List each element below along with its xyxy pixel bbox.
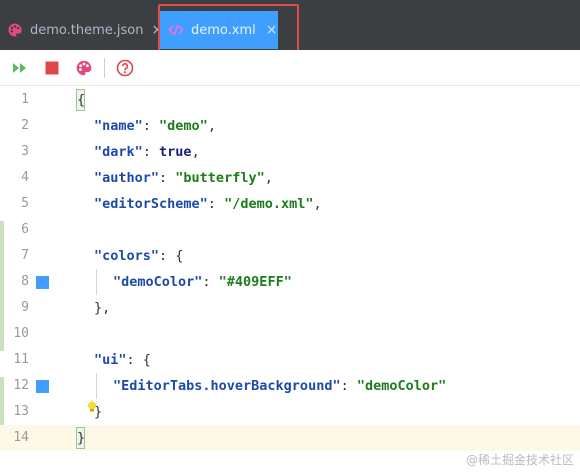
code-text: "EditorTabs.hoverBackground": "demoColor… (113, 378, 447, 394)
line-number: 4 (21, 170, 29, 185)
line-number: 5 (21, 196, 29, 211)
color-swatch-icon[interactable] (36, 380, 49, 393)
code-line: 8 "demoColor": "#409EFF" (0, 269, 580, 295)
indent-guide (96, 373, 97, 399)
code-line: 10 (0, 321, 580, 347)
code-text: "ui": { (94, 352, 151, 368)
code-text: "editorScheme": "/demo.xml", (94, 196, 322, 212)
palette-icon[interactable] (75, 59, 93, 77)
indent-guide (96, 269, 97, 295)
line-number: 12 (13, 378, 29, 393)
code-line: 12 "EditorTabs.hoverBackground": "demoCo… (0, 373, 580, 399)
code-text: }, (94, 300, 111, 316)
code-line: 11 "ui": { (0, 347, 580, 373)
line-number: 9 (21, 300, 29, 315)
palette-icon (7, 22, 23, 38)
line-number: 2 (21, 118, 29, 133)
line-number: 14 (13, 430, 29, 445)
tab-demo-theme-json[interactable]: demo.theme.json × (0, 10, 163, 50)
window-top-strip (0, 0, 580, 10)
close-icon[interactable]: × (266, 22, 278, 38)
code-line: 4 "author": "butterfly", (0, 165, 580, 191)
code-icon (168, 22, 184, 38)
code-text: "colors": { (94, 248, 184, 264)
tab-demo-xml[interactable]: demo.xml × (160, 11, 278, 49)
lightbulb-icon[interactable] (85, 399, 99, 413)
code-text: "dark": true, (94, 144, 200, 160)
code-line: 6 (0, 217, 580, 243)
code-text: "author": "butterfly", (94, 170, 273, 186)
run-icon[interactable] (11, 59, 29, 77)
code-line: 1 { (0, 87, 580, 113)
code-line: 5 "editorScheme": "/demo.xml", (0, 191, 580, 217)
code-text: { (77, 92, 86, 108)
watermark: @稀土掘金技术社区 (465, 453, 574, 467)
line-number: 7 (21, 248, 29, 263)
code-editor[interactable]: 1 { 2 "name": "demo", 3 "dark": true, 4 … (0, 87, 580, 472)
code-line: 9 }, (0, 295, 580, 321)
line-number: 13 (13, 404, 29, 419)
toolbar-separator (104, 58, 105, 78)
toolbar (0, 50, 580, 86)
editor-tab-bar: demo.theme.json × demo.xml × (0, 10, 580, 50)
color-swatch-icon[interactable] (36, 276, 49, 289)
line-number: 3 (21, 144, 29, 159)
tab-label: demo.theme.json (30, 22, 144, 38)
code-text: "demoColor": "#409EFF" (113, 274, 292, 290)
line-number: 6 (21, 222, 29, 237)
tab-label: demo.xml (191, 22, 256, 38)
stop-icon[interactable] (43, 59, 61, 77)
code-line: 7 "colors": { (0, 243, 580, 269)
line-number: 1 (21, 92, 29, 107)
line-number: 8 (21, 274, 29, 289)
code-line: 2 "name": "demo", (0, 113, 580, 139)
code-line-current: 14 } (0, 425, 580, 451)
code-line: 3 "dark": true, (0, 139, 580, 165)
help-icon[interactable] (116, 59, 134, 77)
line-number: 11 (13, 352, 29, 367)
code-text: "name": "demo", (94, 118, 216, 134)
line-number: 10 (13, 326, 29, 341)
code-text: } (77, 430, 86, 446)
